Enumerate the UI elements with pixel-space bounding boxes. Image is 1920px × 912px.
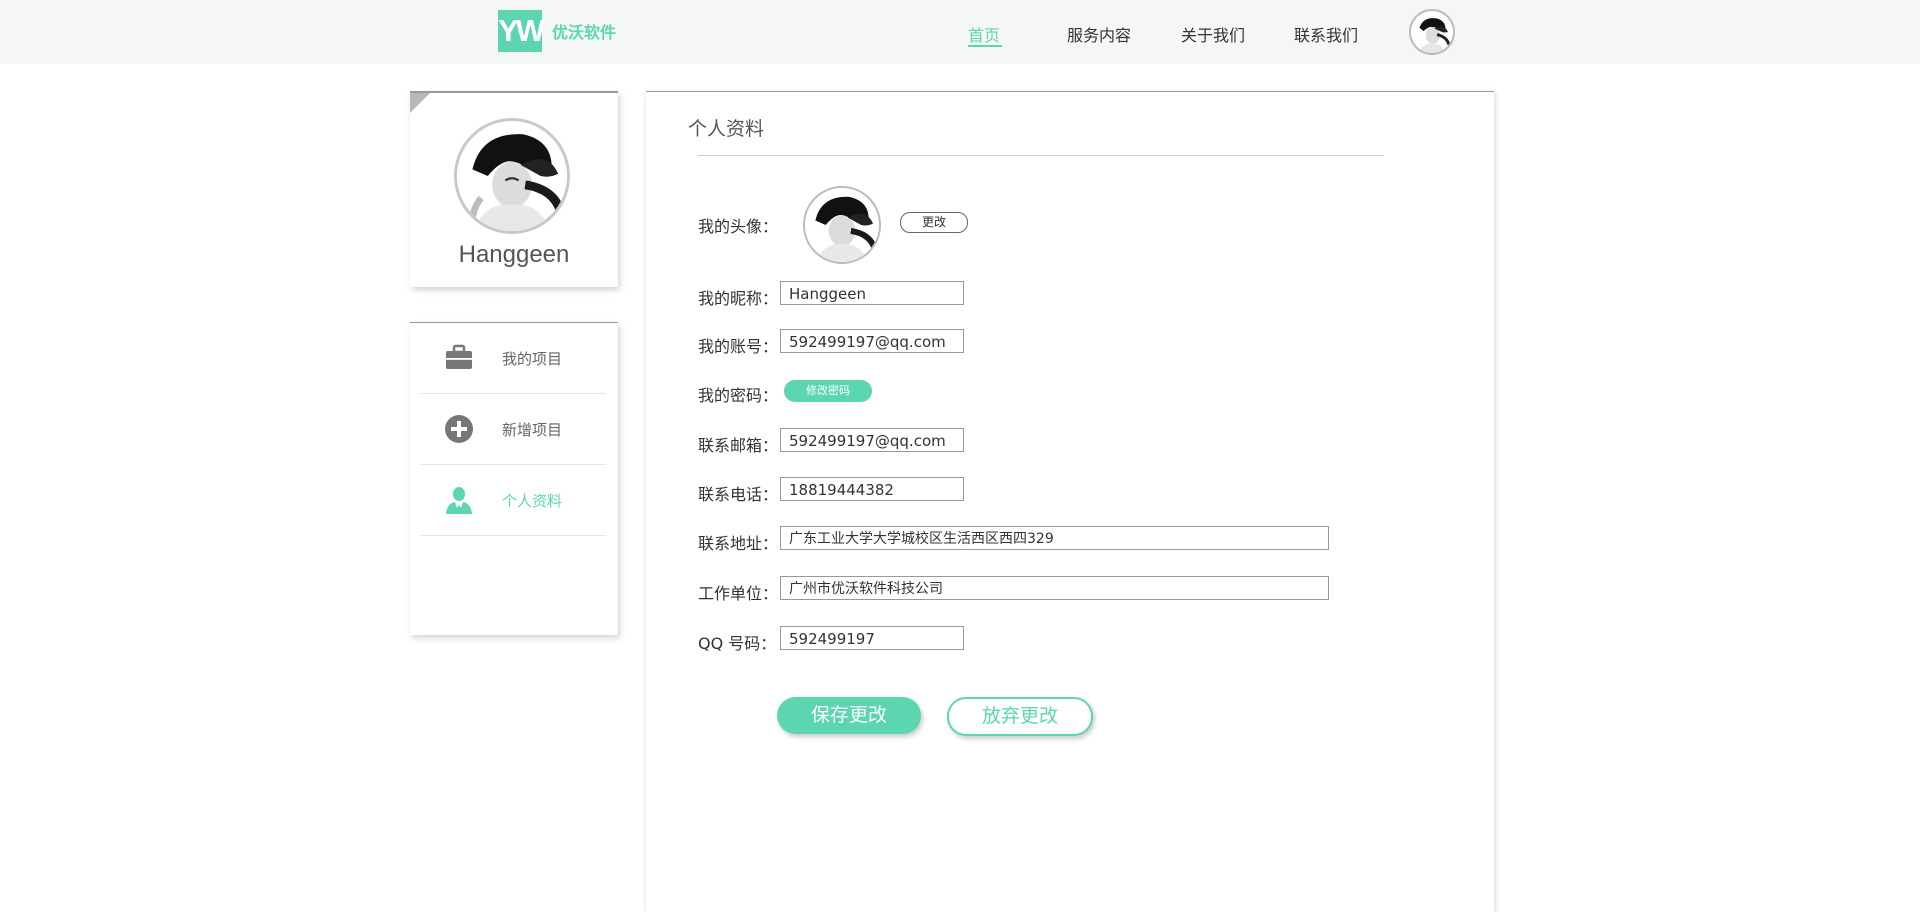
change-password-button[interactable]: 修改密码: [784, 380, 872, 402]
account-field[interactable]: 592499197@qq.com: [780, 329, 964, 353]
phone-label: 联系电话：: [698, 485, 779, 504]
top-navbar: YW 优沃软件 首页 服务内容 关于我们 联系我们: [0, 0, 1920, 64]
nickname-field[interactable]: Hanggeen: [780, 281, 964, 305]
save-button[interactable]: 保存更改: [777, 697, 921, 734]
logo-mark[interactable]: YW: [498, 10, 545, 52]
profile-name: Hanggeen: [458, 241, 570, 268]
corner-fold: [410, 93, 430, 113]
nav-about[interactable]: 关于我们: [1181, 22, 1245, 46]
user-avatar-photo-icon: [1411, 11, 1453, 53]
page-title: 个人资料: [688, 118, 765, 140]
nickname-label: 我的昵称：: [698, 289, 779, 308]
plus-circle-icon: [444, 414, 474, 444]
company-label: 工作单位：: [698, 584, 779, 603]
user-avatar-photo-icon: [805, 188, 879, 262]
discard-button[interactable]: 放弃更改: [947, 697, 1093, 736]
sidebar-item-profile[interactable]: 个人资料: [420, 465, 606, 536]
user-avatar-photo-icon: [457, 121, 567, 231]
qq-field[interactable]: 592499197: [780, 626, 964, 650]
sidebar-item-label: 我的项目: [502, 350, 563, 368]
phone-field[interactable]: 18819444382: [780, 477, 964, 501]
nav-contact[interactable]: 联系我们: [1294, 22, 1358, 46]
profile-avatar[interactable]: [454, 118, 570, 234]
sidebar-item-my-projects[interactable]: 我的项目: [420, 323, 606, 394]
qq-label: QQ 号码：: [698, 634, 777, 653]
nav-active-underline: [968, 45, 1002, 47]
profile-form-panel: 个人资料 我的头像： 更改 我的昵称： Hanggeen 我的账号： 59249…: [646, 91, 1494, 912]
password-label: 我的密码：: [698, 386, 779, 405]
address-field[interactable]: 广东工业大学大学城校区生活西区西四329: [780, 526, 1329, 550]
logo-text[interactable]: 优沃软件: [552, 19, 616, 43]
change-avatar-button[interactable]: 更改: [900, 212, 968, 233]
sidebar-item-label: 新增项目: [502, 421, 563, 439]
account-label: 我的账号：: [698, 337, 779, 356]
address-label: 联系地址：: [698, 534, 779, 553]
sidebar-menu: 我的项目 新增项目 个人资料: [410, 322, 618, 635]
nav-services[interactable]: 服务内容: [1067, 22, 1131, 46]
briefcase-icon: [444, 343, 474, 373]
email-label: 联系邮箱：: [698, 436, 779, 455]
sidebar-item-new-project[interactable]: 新增项目: [420, 394, 606, 465]
person-icon: [444, 485, 474, 515]
sidebar-item-label: 个人资料: [502, 492, 563, 510]
header-avatar[interactable]: [1409, 9, 1455, 55]
email-field[interactable]: 592499197@qq.com: [780, 428, 964, 452]
form-avatar: [803, 186, 881, 264]
profile-card: Hanggeen: [410, 91, 618, 287]
avatar-label: 我的头像：: [698, 217, 779, 236]
company-field[interactable]: 广州市优沃软件科技公司: [780, 576, 1329, 600]
nav-home[interactable]: 首页: [968, 22, 1000, 46]
title-divider: [698, 155, 1384, 156]
